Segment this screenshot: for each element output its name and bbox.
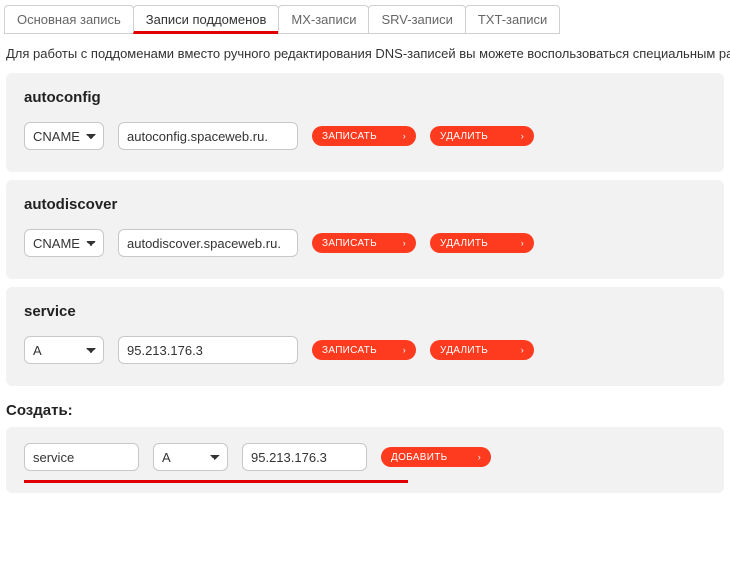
record-type-select[interactable]: CNAME (24, 122, 104, 150)
save-button-label: ЗАПИСАТЬ (322, 345, 377, 356)
tab-mx-records[interactable]: MX-записи (278, 5, 369, 34)
description-text: Для работы с поддоменами вместо ручного … (6, 46, 730, 61)
save-button-label: ЗАПИСАТЬ (322, 131, 377, 142)
tabs-bar: Основная запись Записи поддоменов MX-зап… (4, 5, 730, 34)
delete-button-label: УДАЛИТЬ (440, 238, 488, 249)
record-type-select[interactable]: A (24, 336, 104, 364)
chevron-right-icon: › (403, 239, 406, 248)
create-value-input[interactable] (242, 443, 367, 471)
record-block: autodiscover CNAME ЗАПИСАТЬ › УДАЛИТЬ › (6, 180, 724, 279)
record-value-input[interactable] (118, 336, 298, 364)
record-block: service A ЗАПИСАТЬ › УДАЛИТЬ › (6, 287, 724, 386)
record-value-input[interactable] (118, 122, 298, 150)
record-value-input[interactable] (118, 229, 298, 257)
chevron-right-icon: › (521, 346, 524, 355)
chevron-right-icon: › (403, 346, 406, 355)
delete-button-label: УДАЛИТЬ (440, 345, 488, 356)
save-button[interactable]: ЗАПИСАТЬ › (312, 340, 416, 360)
record-type-select[interactable]: CNAME (24, 229, 104, 257)
delete-button-label: УДАЛИТЬ (440, 131, 488, 142)
tab-main-record[interactable]: Основная запись (4, 5, 134, 34)
delete-button[interactable]: УДАЛИТЬ › (430, 233, 534, 253)
record-name: service (24, 303, 706, 320)
tab-srv-records[interactable]: SRV-записи (368, 5, 465, 34)
tab-txt-records[interactable]: TXT-записи (465, 5, 560, 34)
tab-subdomain-records[interactable]: Записи поддоменов (133, 5, 280, 34)
record-name: autodiscover (24, 196, 706, 213)
record-row: CNAME ЗАПИСАТЬ › УДАЛИТЬ › (24, 122, 706, 150)
create-row: A ДОБАВИТЬ › (24, 443, 706, 471)
save-button-label: ЗАПИСАТЬ (322, 238, 377, 249)
record-row: CNAME ЗАПИСАТЬ › УДАЛИТЬ › (24, 229, 706, 257)
add-button-label: ДОБАВИТЬ (391, 452, 448, 463)
chevron-right-icon: › (521, 239, 524, 248)
create-type-select[interactable]: A (153, 443, 228, 471)
create-name-input[interactable] (24, 443, 139, 471)
add-button[interactable]: ДОБАВИТЬ › (381, 447, 491, 467)
create-block: A ДОБАВИТЬ › (6, 427, 724, 493)
chevron-right-icon: › (521, 132, 524, 141)
record-name: autoconfig (24, 89, 706, 106)
save-button[interactable]: ЗАПИСАТЬ › (312, 233, 416, 253)
delete-button[interactable]: УДАЛИТЬ › (430, 126, 534, 146)
chevron-right-icon: › (403, 132, 406, 141)
record-row: A ЗАПИСАТЬ › УДАЛИТЬ › (24, 336, 706, 364)
chevron-right-icon: › (478, 453, 481, 462)
save-button[interactable]: ЗАПИСАТЬ › (312, 126, 416, 146)
create-heading: Создать: (6, 402, 730, 419)
record-block: autoconfig CNAME ЗАПИСАТЬ › УДАЛИТЬ › (6, 73, 724, 172)
delete-button[interactable]: УДАЛИТЬ › (430, 340, 534, 360)
